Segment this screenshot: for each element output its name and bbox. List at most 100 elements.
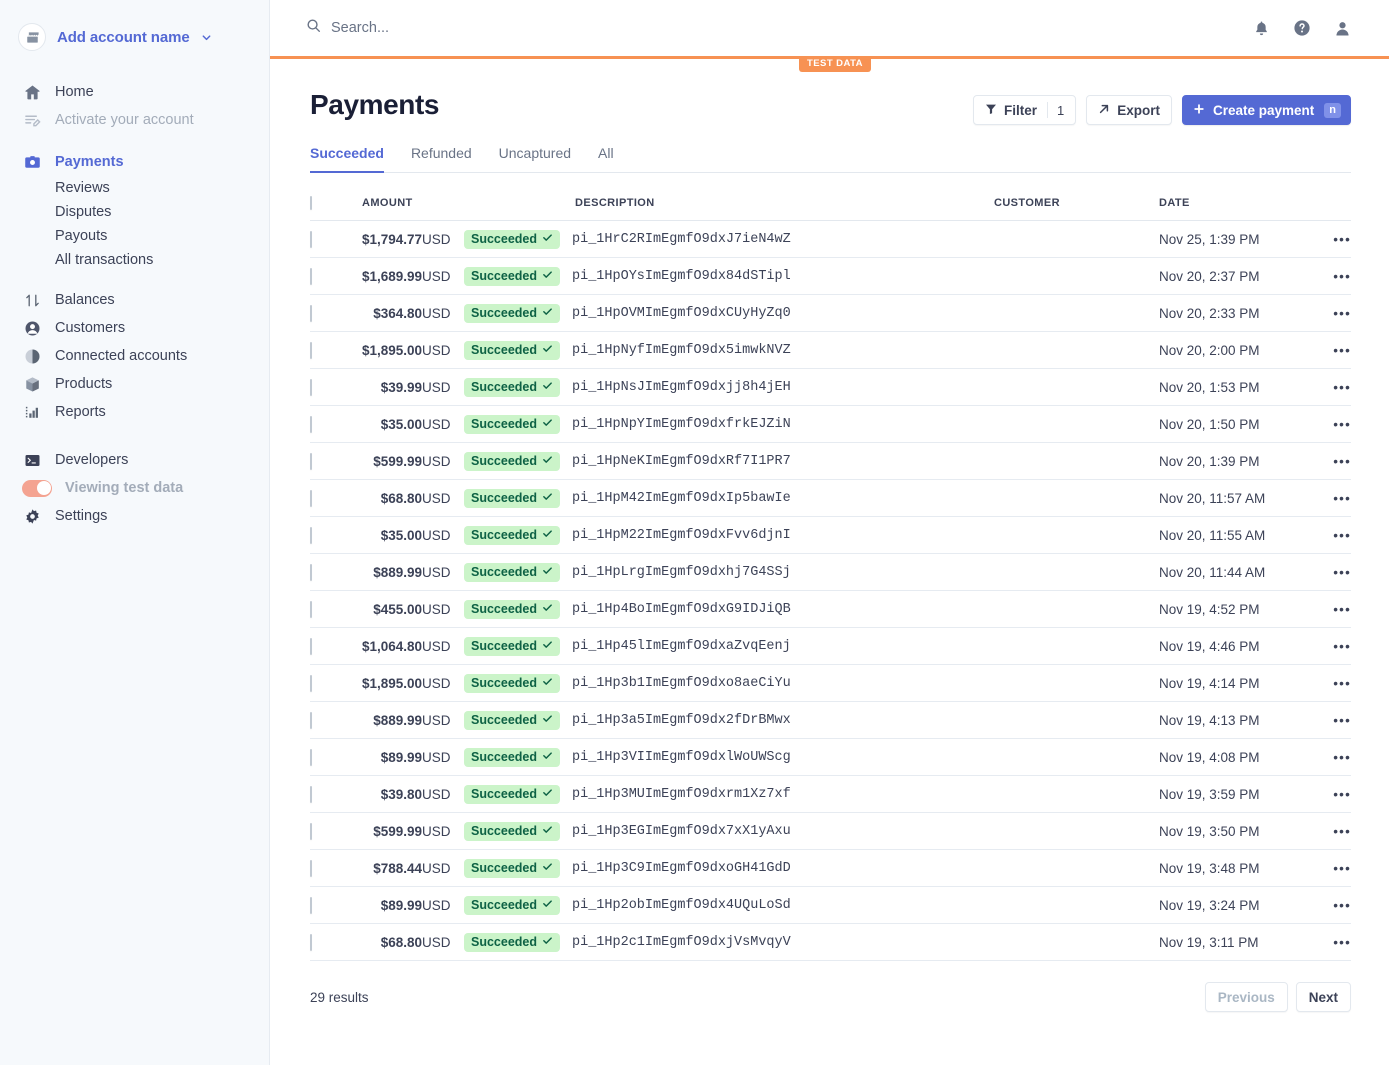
cell-amount: $788.44 [350,849,422,887]
table-row[interactable]: $788.44 USD Succeeded pi_1Hp3C9ImEgmfO9dxoG… [310,849,1351,887]
row-checkbox[interactable] [310,415,312,433]
row-select-cell [310,627,350,665]
create-payment-button[interactable]: Create payment n [1181,95,1351,125]
table-row[interactable]: $35.00 USD Succeeded pi_1HpM22ImEgmfO9dxFvv… [310,516,1351,554]
export-button[interactable]: Export [1086,95,1172,125]
row-checkbox[interactable] [310,304,312,322]
tab-succeeded[interactable]: Succeeded [310,145,384,173]
table-row[interactable]: $364.80 USD Succeeded pi_1HpOVMImEgmfO9dxCU… [310,294,1351,332]
row-actions-button[interactable]: ••• [1308,812,1351,850]
sidebar-subitem-disputes[interactable]: Disputes [0,200,269,224]
row-actions-button[interactable]: ••• [1308,220,1351,258]
row-actions-button[interactable]: ••• [1308,294,1351,332]
table-row[interactable]: $89.99 USD Succeeded pi_1Hp3VIImEgmfO9dxlWo… [310,738,1351,776]
previous-page-button[interactable]: Previous [1204,982,1288,1012]
sidebar-item-label: Products [55,376,113,392]
account-icon[interactable] [1334,20,1351,37]
row-select-cell [310,849,350,887]
row-actions-button[interactable]: ••• [1308,516,1351,554]
table-row[interactable]: $1,794.77 USD Succeeded pi_1HrC2RImEgmfO9dx… [310,220,1351,258]
row-checkbox[interactable] [310,748,312,766]
search-input[interactable]: Search... [306,18,1253,38]
table-row[interactable]: $889.99 USD Succeeded pi_1Hp3a5ImEgmfO9dx2f… [310,701,1351,739]
row-checkbox[interactable] [310,267,312,285]
row-checkbox[interactable] [310,674,312,692]
row-actions-button[interactable]: ••• [1308,923,1351,961]
tab-uncaptured[interactable]: Uncaptured [499,145,571,173]
row-checkbox[interactable] [310,526,312,544]
row-actions-button[interactable]: ••• [1308,701,1351,739]
table-row[interactable]: $1,689.99 USD Succeeded pi_1HpOYsImEgmfO9dx… [310,257,1351,295]
table-row[interactable]: $1,895.00 USD Succeeded pi_1HpNyfImEgmfO9dx… [310,331,1351,369]
tab-all[interactable]: All [598,145,614,173]
table-row[interactable]: $1,064.80 USD Succeeded pi_1Hp45lImEgmfO9dx… [310,627,1351,665]
table-row[interactable]: $68.80 USD Succeeded pi_1Hp2c1ImEgmfO9dxjVs… [310,923,1351,961]
row-checkbox[interactable] [310,563,312,581]
row-actions-button[interactable]: ••• [1308,775,1351,813]
row-actions-button[interactable]: ••• [1308,257,1351,295]
sidebar-item-customers[interactable]: Customers [0,314,269,342]
cell-status: Succeeded [464,590,572,628]
test-data-toggle[interactable]: Viewing test data [0,474,269,502]
row-checkbox[interactable] [310,452,312,470]
row-actions-button[interactable]: ••• [1308,627,1351,665]
sidebar-item-reports[interactable]: Reports [0,398,269,426]
row-checkbox[interactable] [310,341,312,359]
next-page-button[interactable]: Next [1295,982,1351,1012]
table-row[interactable]: $35.00 USD Succeeded pi_1HpNpYImEgmfO9dxfrk… [310,405,1351,443]
row-checkbox[interactable] [310,933,312,951]
sidebar-item-balances[interactable]: Balances [0,286,269,314]
activate-icon [22,110,42,130]
row-actions-button[interactable]: ••• [1308,590,1351,628]
table-row[interactable]: $89.99 USD Succeeded pi_1Hp2obImEgmfO9dx4UQ… [310,886,1351,924]
row-actions-button[interactable]: ••• [1308,405,1351,443]
table-row[interactable]: $599.99 USD Succeeded pi_1HpNeKImEgmfO9dxRf… [310,442,1351,480]
row-actions-button[interactable]: ••• [1308,368,1351,406]
bell-icon[interactable] [1253,20,1270,37]
sidebar-subitem-reviews[interactable]: Reviews [0,176,269,200]
sidebar-item-settings[interactable]: Settings [0,502,269,530]
sidebar-item-payments[interactable]: Payments [0,148,269,176]
select-all-checkbox[interactable] [310,196,312,210]
row-checkbox[interactable] [310,711,312,729]
row-actions-button[interactable]: ••• [1308,738,1351,776]
table-row[interactable]: $455.00 USD Succeeded pi_1Hp4BoImEgmfO9dxG9… [310,590,1351,628]
row-checkbox[interactable] [310,489,312,507]
table-row[interactable]: $39.99 USD Succeeded pi_1HpNsJImEgmfO9dxjj8… [310,368,1351,406]
row-checkbox[interactable] [310,600,312,618]
row-checkbox[interactable] [310,859,312,877]
row-checkbox[interactable] [310,230,312,248]
sidebar-item-home[interactable]: Home [0,78,269,106]
sidebar-item-developers[interactable]: Developers [0,446,269,474]
table-row[interactable]: $1,895.00 USD Succeeded pi_1Hp3b1ImEgmfO9dx… [310,664,1351,702]
filter-button[interactable]: Filter 1 [972,95,1077,125]
table-row[interactable]: $599.99 USD Succeeded pi_1Hp3EGImEgmfO9dx7x… [310,812,1351,850]
row-actions-button[interactable]: ••• [1308,886,1351,924]
row-actions-button[interactable]: ••• [1308,553,1351,591]
row-actions-button[interactable]: ••• [1308,331,1351,369]
row-checkbox[interactable] [310,378,312,396]
table-row[interactable]: $889.99 USD Succeeded pi_1HpLrgImEgmfO9dxhj… [310,553,1351,591]
cell-amount: $889.99 [350,553,422,591]
row-checkbox[interactable] [310,896,312,914]
sidebar-item-connected-accounts[interactable]: Connected accounts [0,342,269,370]
row-actions-button[interactable]: ••• [1308,849,1351,887]
tab-refunded[interactable]: Refunded [411,145,472,173]
table-row[interactable]: $39.80 USD Succeeded pi_1Hp3MUImEgmfO9dxrm1… [310,775,1351,813]
account-switcher[interactable]: Add account name [0,12,269,56]
row-checkbox[interactable] [310,822,312,840]
row-actions-button[interactable]: ••• [1308,664,1351,702]
sidebar-item-activate-your-account[interactable]: Activate your account [0,106,269,134]
table-row[interactable]: $68.80 USD Succeeded pi_1HpM42ImEgmfO9dxIp5… [310,479,1351,517]
status-badge: Succeeded [464,821,561,841]
sidebar-item-products[interactable]: Products [0,370,269,398]
sidebar-subitem-payouts[interactable]: Payouts [0,224,269,248]
toggle-switch-icon[interactable] [22,479,52,497]
sidebar-subitem-all-transactions[interactable]: All transactions [0,248,269,272]
help-icon[interactable] [1293,19,1311,37]
row-actions-button[interactable]: ••• [1308,479,1351,517]
row-actions-button[interactable]: ••• [1308,442,1351,480]
row-checkbox[interactable] [310,785,312,803]
row-checkbox[interactable] [310,637,312,655]
table-body: $1,794.77 USD Succeeded pi_1HrC2RImEgmfO9dx… [310,220,1351,961]
